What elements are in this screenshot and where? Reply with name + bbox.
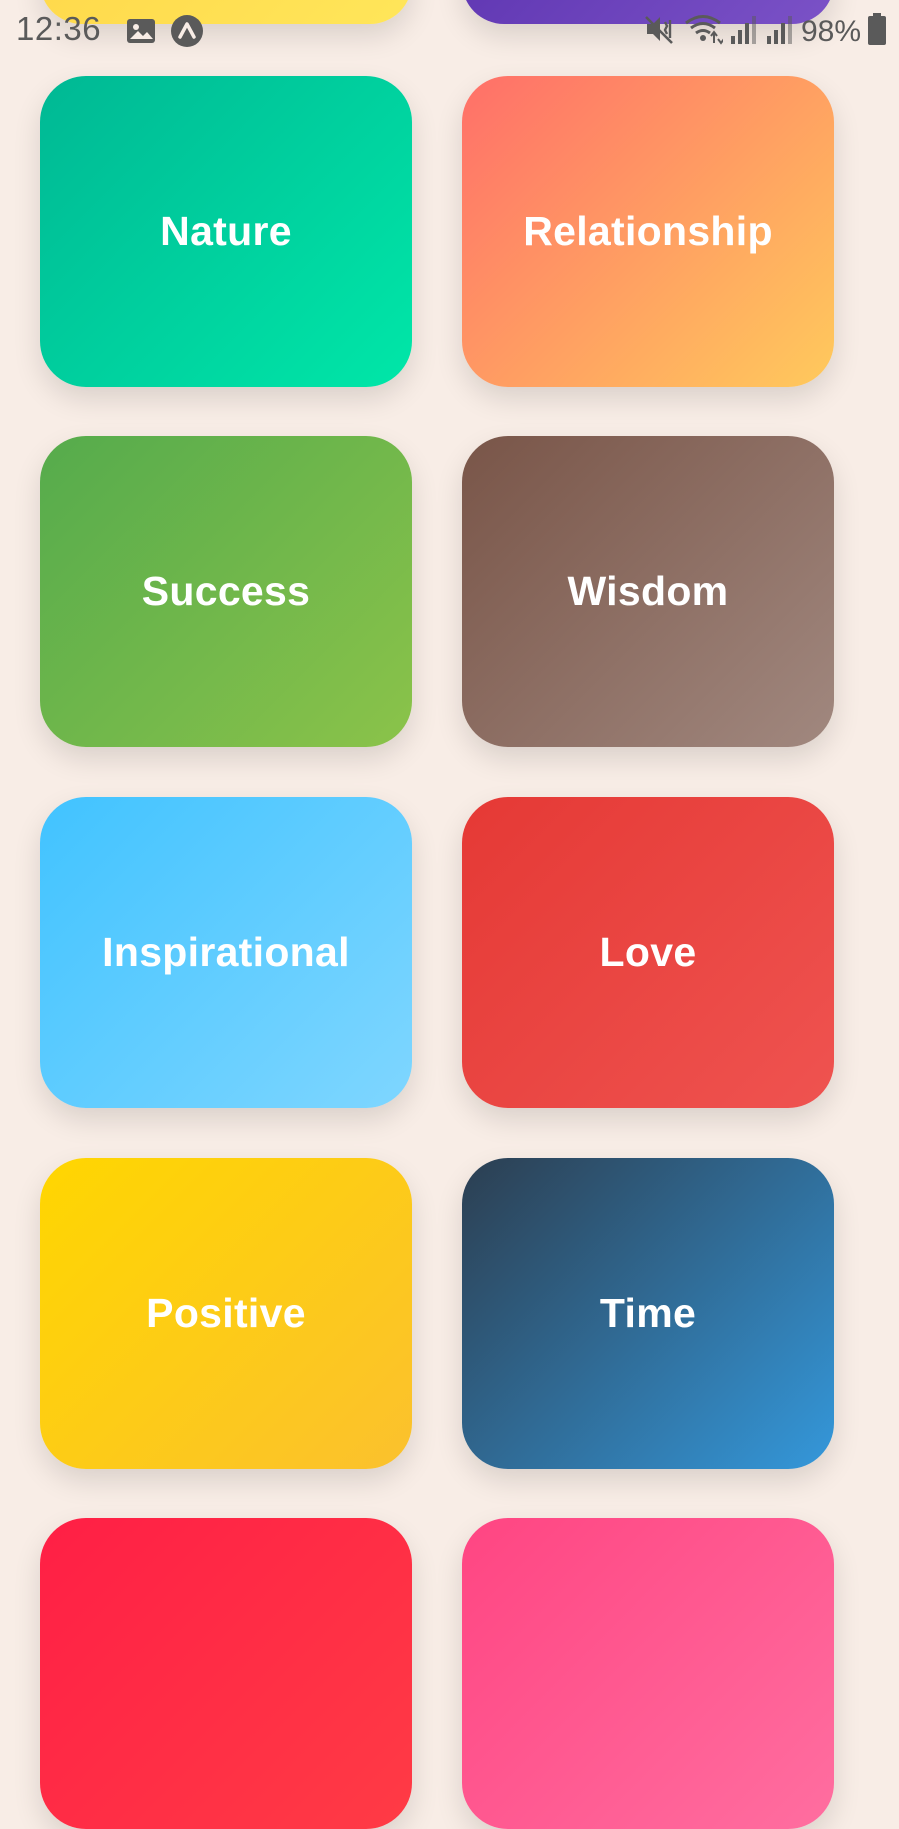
category-tile-wisdom[interactable]: Wisdom — [462, 436, 834, 747]
category-tile-success[interactable]: Success — [40, 436, 412, 747]
category-tile-relationship[interactable]: Relationship — [462, 76, 834, 387]
battery-percentage: 98% — [800, 14, 861, 48]
category-label: Positive — [146, 1290, 306, 1336]
category-tile-partial-bottom-left[interactable] — [40, 1518, 412, 1829]
category-tile-time[interactable]: Time — [462, 1158, 834, 1469]
category-label: Love — [599, 929, 697, 975]
category-label: Nature — [160, 208, 292, 254]
battery-icon — [867, 12, 887, 51]
category-label: Success — [141, 568, 311, 614]
category-tile-love[interactable]: Love — [462, 797, 834, 1108]
app-notification-icon — [170, 14, 204, 53]
category-tile-partial-bottom-right[interactable] — [462, 1518, 834, 1829]
signal-icon — [729, 12, 759, 51]
category-label: Time — [599, 1290, 697, 1336]
status-bar: 12:36 98% — [0, 0, 899, 62]
wifi-icon — [683, 12, 725, 51]
category-tile-nature[interactable]: Nature — [40, 76, 412, 387]
image-icon — [126, 18, 156, 49]
category-label: Inspirational — [102, 929, 350, 975]
category-label: Relationship — [523, 208, 773, 254]
signal-icon-2 — [765, 12, 795, 51]
status-right-icons: 98% — [643, 12, 887, 51]
mute-vibrate-icon — [643, 12, 677, 51]
category-tile-inspirational[interactable]: Inspirational — [40, 797, 412, 1108]
status-left-icons — [126, 14, 204, 53]
category-grid: Nature Relationship Success Wisdom Inspi… — [0, 0, 899, 1829]
category-tile-positive[interactable]: Positive — [40, 1158, 412, 1469]
category-label: Wisdom — [567, 568, 729, 614]
status-time: 12:36 — [16, 10, 102, 47]
